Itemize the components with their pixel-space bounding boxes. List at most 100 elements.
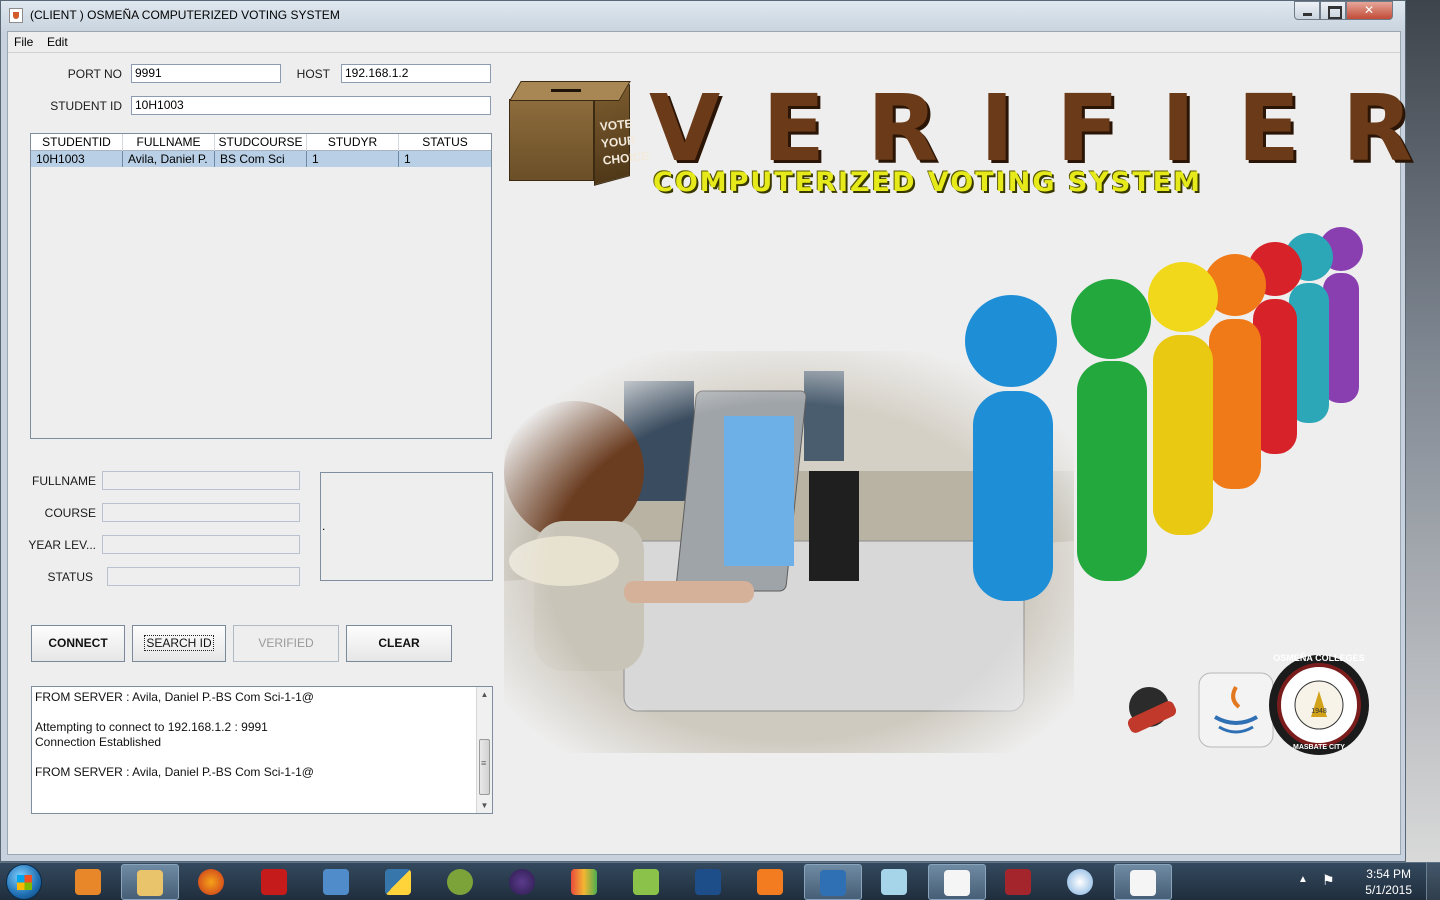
taskbar-java-app-1[interactable]: [928, 864, 986, 900]
search-id-button[interactable]: SEARCH ID: [132, 625, 226, 662]
logos-graphic: OSMEÑA COLLEGES MASBATE CITY 1948: [1127, 653, 1369, 755]
taskbar-access[interactable]: [990, 864, 1048, 900]
taskbar-java-app-2[interactable]: [1114, 864, 1172, 900]
table-header: STUDENTID FULLNAME STUDCOURSE STUDYR STA…: [31, 134, 491, 151]
logos-cluster: OSMEÑA COLLEGES MASBATE CITY 1948: [1119, 647, 1369, 757]
osmena-colleges-seal-icon: [1269, 655, 1369, 755]
menu-edit[interactable]: Edit: [47, 35, 68, 49]
taskbar-file-explorer[interactable]: [121, 864, 179, 900]
palette-icon: [1067, 869, 1093, 895]
netbeans-mascot-icon: [1127, 687, 1177, 733]
voters-line-illustration: [965, 227, 1363, 601]
show-desktop-button[interactable]: [1426, 863, 1440, 900]
col-studcourse[interactable]: STUDCOURSE: [215, 134, 307, 151]
taskbar-python[interactable]: [370, 864, 428, 900]
scroll-up-arrow-icon[interactable]: ▲: [477, 687, 492, 702]
show-hidden-icons-icon[interactable]: ▲: [1298, 874, 1308, 885]
menu-bar: File Edit: [8, 32, 1400, 53]
taskbar-app-swirl[interactable]: [432, 864, 490, 900]
col-status[interactable]: STATUS: [399, 134, 491, 151]
cube-icon: [323, 869, 349, 895]
port-label: PORT NO: [67, 67, 122, 81]
log-line: FROM SERVER : Avila, Daniel P.-BS Com Sc…: [35, 765, 314, 779]
taskbar-virtualbox[interactable]: [308, 864, 366, 900]
pdf-icon: [261, 869, 287, 895]
taskbar-media-player[interactable]: [60, 864, 118, 900]
java-logo-icon: [1198, 672, 1274, 748]
figure-green: [1071, 279, 1151, 581]
clock[interactable]: 3:54 PM 5/1/2015: [1365, 866, 1412, 898]
taskbar-notes[interactable]: [866, 864, 924, 900]
seal-city: MASBATE CITY: [1293, 744, 1345, 751]
fullname-field[interactable]: [102, 471, 300, 490]
host-input[interactable]: 192.168.1.2: [341, 64, 491, 83]
minimize-button[interactable]: [1294, 1, 1320, 20]
taskbar-infinity-app[interactable]: [556, 864, 614, 900]
student-photo-box: .: [320, 472, 493, 581]
year-level-field[interactable]: [102, 535, 300, 554]
clock-time: 3:54 PM: [1366, 867, 1411, 881]
status-label: STATUS: [47, 570, 93, 584]
taskbar-notepad-plus[interactable]: [618, 864, 676, 900]
java-app-icon[interactable]: [9, 8, 23, 23]
xampp-icon: [757, 869, 783, 895]
dev-cpp-icon: [695, 869, 721, 895]
python-icon: [385, 869, 411, 895]
port-input[interactable]: 9991: [131, 64, 281, 83]
title-bar[interactable]: (CLIENT ) OSMEÑA COMPUTERIZED VOTING SYS…: [1, 1, 1405, 31]
taskbar-xampp[interactable]: [742, 864, 800, 900]
maximize-button[interactable]: [1320, 1, 1346, 20]
course-label: COURSE: [44, 506, 96, 520]
student-id-input[interactable]: 10H1003: [131, 96, 491, 115]
scroll-thumb[interactable]: [479, 739, 490, 795]
taskbar-pdf-reader[interactable]: [246, 864, 304, 900]
figure-blue: [965, 295, 1057, 601]
eclipse-icon: [509, 869, 535, 895]
notepad-icon: [633, 869, 659, 895]
table-row[interactable]: 10H1003 Avila, Daniel P. BS Com Sci 1 1: [31, 151, 491, 167]
seal-text: OSMEÑA COLLEGES: [1273, 653, 1364, 663]
col-studentid[interactable]: STUDENTID: [31, 134, 123, 151]
server-log[interactable]: FROM SERVER : Avila, Daniel P.-BS Com Sc…: [31, 686, 493, 814]
course-field[interactable]: [102, 503, 300, 522]
java-icon: [944, 870, 970, 896]
cell-status: 1: [404, 152, 411, 166]
taskbar: ▲ ⚑ 3:54 PM 5/1/2015: [0, 862, 1440, 900]
student-table[interactable]: STUDENTID FULLNAME STUDCOURSE STUDYR STA…: [30, 133, 492, 439]
system-tray: ▲ ⚑ 3:54 PM 5/1/2015: [1290, 863, 1440, 900]
col-studyr[interactable]: STUDYR: [307, 134, 399, 151]
log-text: FROM SERVER : Avila, Daniel P.-BS Com Sc…: [35, 690, 475, 780]
figure-yellow: [1148, 262, 1218, 535]
col-fullname[interactable]: FULLNAME: [123, 134, 215, 151]
ballot-box-front: [509, 99, 594, 181]
taskbar-dev-cpp[interactable]: [680, 864, 738, 900]
clear-button[interactable]: CLEAR: [346, 625, 452, 662]
log-line: Connection Established: [35, 735, 162, 749]
cell-studentid: 10H1003: [31, 151, 123, 167]
photo-placeholder: .: [322, 519, 326, 533]
log-line: Attempting to connect to 192.168.1.2 : 9…: [35, 720, 268, 734]
close-button[interactable]: [1346, 1, 1393, 20]
connect-button[interactable]: CONNECT: [31, 625, 125, 662]
taskbar-firefox[interactable]: [183, 864, 241, 900]
banner-subtitle: COMPUTERIZED VOTING SYSTEM: [653, 167, 1203, 198]
menu-file[interactable]: File: [14, 35, 33, 49]
taskbar-remote-desktop[interactable]: [804, 864, 862, 900]
cell-studyr: 1: [307, 151, 399, 167]
monitor-icon: [820, 870, 846, 896]
action-center-flag-icon[interactable]: ⚑: [1322, 872, 1335, 889]
status-field[interactable]: [107, 567, 300, 586]
window-title: (CLIENT ) OSMEÑA COMPUTERIZED VOTING SYS…: [30, 8, 340, 22]
seal-year: 1948: [1311, 708, 1327, 715]
student-id-label: STUDENT ID: [50, 99, 122, 113]
taskbar-eclipse[interactable]: [494, 864, 552, 900]
log-scrollbar[interactable]: ▲ ▼: [476, 687, 492, 813]
scroll-down-arrow-icon[interactable]: ▼: [477, 798, 492, 813]
verified-button[interactable]: VERIFIED: [233, 625, 339, 662]
folder-icon: [137, 870, 163, 896]
taskbar-paint[interactable]: [1052, 864, 1110, 900]
start-button[interactable]: [6, 864, 42, 900]
banner-title: VERIFIER: [649, 75, 1440, 182]
